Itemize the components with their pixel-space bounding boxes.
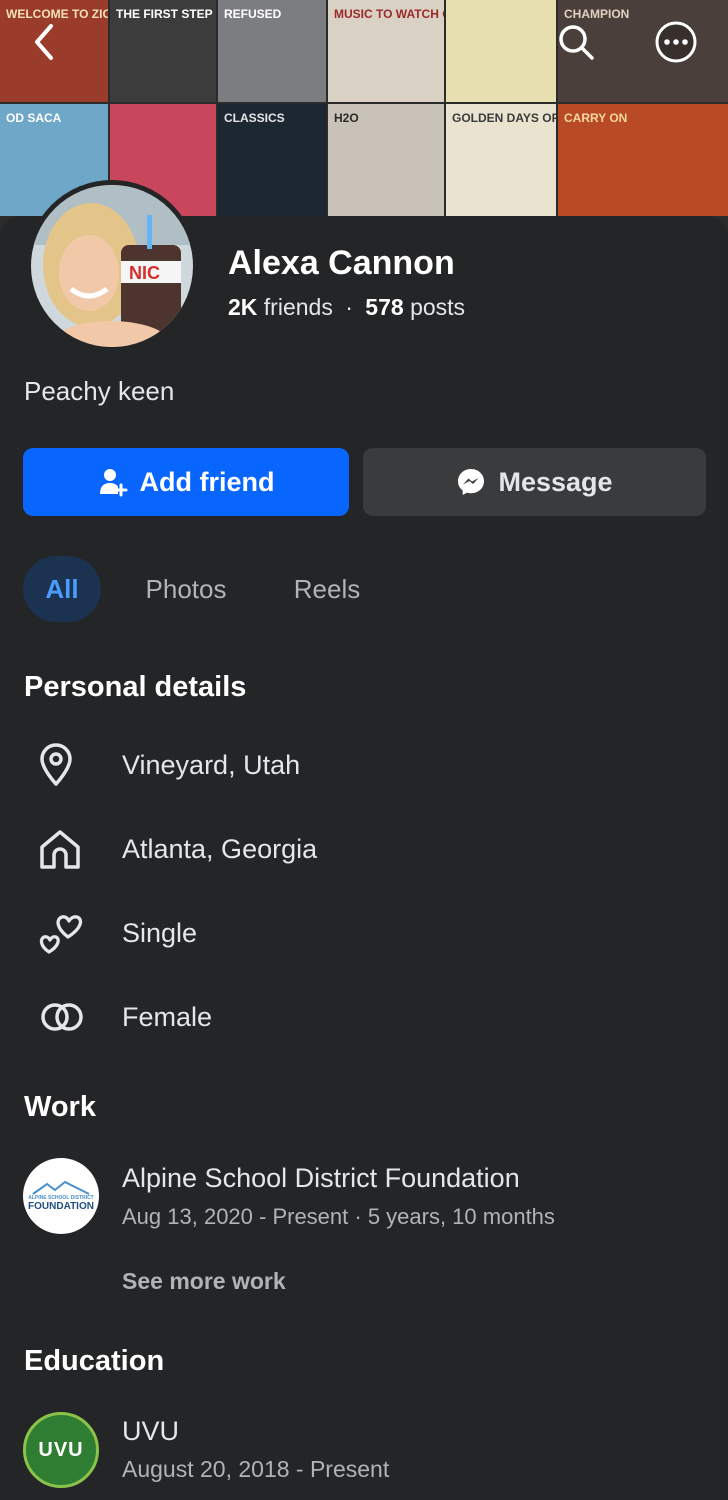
detail-text: Atlanta, Georgia	[122, 833, 318, 864]
add-friend-button[interactable]: Add friend	[23, 448, 349, 516]
album-cover: CLASSICS	[218, 104, 326, 216]
education-logo-text: UVU	[38, 1438, 84, 1461]
posts-count: 578	[365, 294, 404, 320]
work-title: Work	[24, 1091, 96, 1123]
album-title: OD SACA	[6, 111, 62, 125]
album-title: THE FIRST STEP	[116, 7, 213, 21]
message-button[interactable]: Message	[363, 448, 706, 516]
search-button[interactable]	[554, 20, 598, 64]
add-friend-label: Add friend	[139, 466, 275, 497]
album-title: H2O	[334, 111, 359, 125]
tab-reels[interactable]: Reels	[285, 556, 369, 622]
mountain-logo-icon	[32, 1180, 90, 1195]
hearts-icon	[24, 909, 98, 957]
location-pin-icon	[24, 741, 98, 789]
avatar-cup-text: NIC	[129, 263, 160, 283]
work-logo-text: FOUNDATION	[28, 1200, 94, 1212]
detail-text: Vineyard, Utah	[122, 749, 301, 780]
album-title: CLASSICS	[224, 111, 285, 125]
album-cover: H2O	[328, 104, 444, 216]
work-logo[interactable]: ALPINE SCHOOL DISTRICT FOUNDATION	[23, 1158, 99, 1234]
album-cover: GOLDEN DAYS OF RADIO	[446, 104, 556, 216]
chevron-left-icon	[35, 24, 53, 60]
detail-current-city[interactable]: Vineyard, Utah	[24, 735, 704, 795]
detail-hometown[interactable]: Atlanta, Georgia	[24, 819, 704, 879]
tab-all[interactable]: All	[23, 556, 101, 622]
album-cover: THE FIRST STEP	[110, 0, 216, 102]
posts-label: posts	[410, 294, 466, 320]
profile-name: Alexa Cannon	[228, 244, 455, 282]
education-period: August 20, 2018 - Present	[122, 1456, 390, 1482]
album-cover: MUSIC TO WATCH GIRLS BY	[328, 0, 444, 102]
friends-count[interactable]: 2K	[228, 294, 257, 320]
search-icon	[559, 25, 594, 60]
employer-name[interactable]: Alpine School District Foundation	[122, 1163, 520, 1194]
personal-details-title: Personal details	[24, 671, 247, 703]
album-cover: REFUSED	[218, 0, 326, 102]
profile-bio: Peachy keen	[24, 376, 175, 406]
home-icon	[24, 825, 98, 873]
album-title: REFUSED	[224, 7, 282, 21]
work-period: Aug 13, 2020 - Present · 5 years, 10 mon…	[122, 1204, 555, 1229]
stats-separator: ·	[345, 294, 353, 320]
detail-text: Single	[122, 917, 198, 948]
gender-rings-icon	[24, 993, 98, 1041]
school-name[interactable]: UVU	[122, 1416, 179, 1447]
more-options-button[interactable]	[654, 20, 698, 64]
album-cover	[446, 0, 556, 102]
avatar-photo: NIC	[31, 185, 193, 347]
detail-text: Female	[122, 1001, 213, 1032]
album-title: MUSIC TO WATCH GIRLS BY	[334, 7, 444, 21]
profile-avatar[interactable]: NIC	[26, 180, 198, 352]
profile-stats: 2K friends · 578 posts	[228, 294, 465, 321]
detail-relationship[interactable]: Single	[24, 903, 704, 963]
add-person-icon	[98, 467, 128, 497]
profile-page: WELCOME TO ZICHERLAND THE FIRST STEP REFUS…	[0, 0, 728, 1500]
messenger-icon	[456, 467, 486, 497]
friends-label[interactable]: friends	[264, 294, 333, 320]
album-title: CHAMPION	[564, 7, 630, 21]
album-title: WELCOME TO ZICHERLAND	[6, 7, 108, 21]
avatar-illustration: NIC	[31, 185, 193, 347]
more-dots-icon	[655, 21, 697, 63]
education-logo[interactable]: UVU	[23, 1412, 99, 1488]
tab-photos[interactable]: Photos	[135, 556, 237, 622]
album-title: CARRY ON	[564, 111, 628, 125]
album-title: GOLDEN DAYS OF RADIO	[452, 111, 556, 125]
education-title: Education	[24, 1345, 165, 1377]
back-button[interactable]	[22, 20, 66, 64]
detail-gender[interactable]: Female	[24, 987, 704, 1047]
message-label: Message	[498, 466, 613, 497]
see-more-work-button[interactable]: See more work	[122, 1268, 286, 1295]
album-cover: CARRY ON	[558, 104, 728, 216]
